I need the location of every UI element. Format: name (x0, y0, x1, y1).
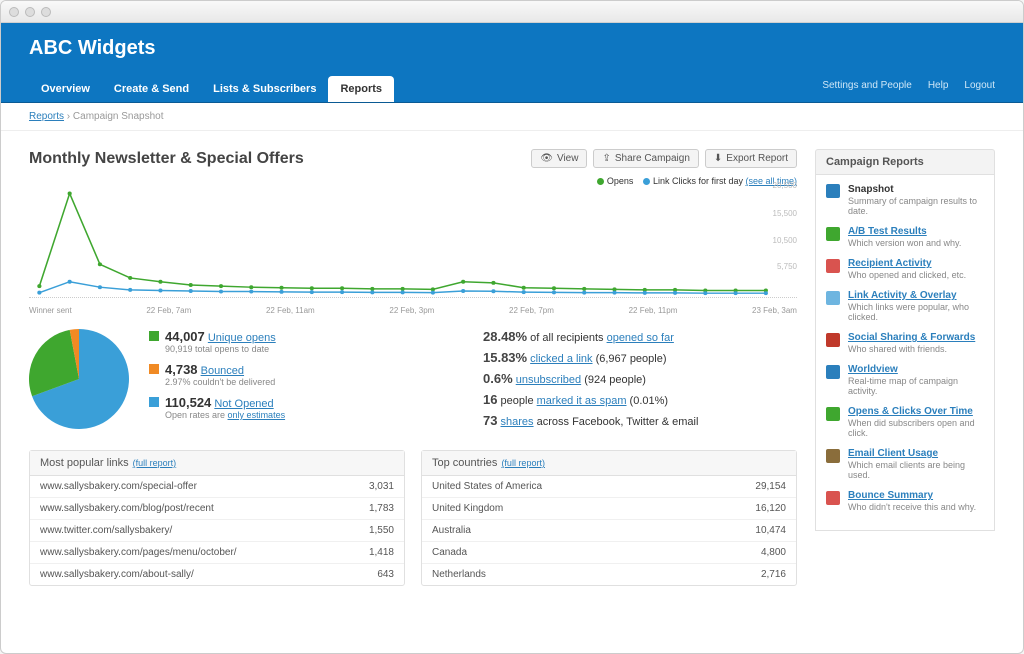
sidebar-item[interactable]: Recipient ActivityWho opened and clicked… (826, 258, 984, 280)
estimates-link[interactable]: only estimates (228, 410, 286, 420)
popular-links-table: Most popular links(full report) www.sall… (29, 450, 405, 586)
eye-icon: 👁 (540, 153, 553, 164)
square-icon (149, 397, 159, 407)
share-icon: ⇪ (602, 153, 610, 164)
square-icon (149, 331, 159, 341)
square-icon (149, 364, 159, 374)
top-countries-table: Top countries(full report) United States… (421, 450, 797, 586)
table-row[interactable]: www.sallysbakery.com/pages/menu/october/… (30, 542, 404, 564)
legend-dot-clicks (643, 178, 650, 185)
perf-link[interactable]: marked it as spam (537, 395, 627, 407)
not-opened-link[interactable]: Not Opened (214, 398, 273, 410)
sidebar: Campaign Reports SnapshotSummary of camp… (815, 149, 995, 635)
report-icon (826, 259, 840, 273)
stat-not-opened: 110,524 Not OpenedOpen rates are only es… (149, 395, 463, 420)
breadcrumb-root[interactable]: Reports (29, 111, 64, 122)
perf-link[interactable]: unsubscribed (516, 374, 581, 386)
nav-reports[interactable]: Reports (328, 76, 394, 102)
perf-link[interactable]: shares (501, 416, 534, 428)
legend-dot-opens (597, 178, 604, 185)
links-full-report[interactable]: (full report) (133, 458, 177, 468)
table-row[interactable]: www.sallysbakery.com/about-sally/643 (30, 564, 404, 585)
sidebar-item[interactable]: Email Client UsageWhich email clients ar… (826, 448, 984, 480)
view-button[interactable]: 👁View (531, 149, 587, 168)
opens-chart: 5,75010,50015,50020,500 (29, 188, 797, 298)
nav-create-send[interactable]: Create & Send (102, 76, 201, 102)
main-nav: OverviewCreate & SendLists & Subscribers… (1, 73, 1023, 103)
mac-titlebar (1, 1, 1023, 23)
share-button[interactable]: ⇪Share Campaign (593, 149, 698, 168)
sidebar-item[interactable]: Bounce SummaryWho didn't receive this an… (826, 490, 984, 512)
countries-full-report[interactable]: (full report) (501, 458, 545, 468)
report-icon (826, 227, 840, 241)
report-icon (826, 291, 840, 305)
sidebar-item[interactable]: Social Sharing & ForwardsWho shared with… (826, 332, 984, 354)
breadcrumb-current: Campaign Snapshot (73, 111, 164, 122)
report-icon (826, 333, 840, 347)
performance-stats: 28.48% of all recipients opened so far15… (483, 329, 797, 434)
report-icon (826, 365, 840, 379)
chart-xaxis: Winner sent22 Feb, 7am22 Feb, 11am22 Feb… (29, 306, 797, 315)
sidebar-item[interactable]: WorldviewReal-time map of campaign activ… (826, 364, 984, 396)
table-row[interactable]: www.sallysbakery.com/blog/post/recent1,7… (30, 498, 404, 520)
unique-opens-link[interactable]: Unique opens (208, 332, 276, 344)
nav-right-settings-and-people[interactable]: Settings and People (822, 80, 912, 91)
table-row[interactable]: Australia10,474 (422, 520, 796, 542)
export-icon: ⬇ (714, 153, 722, 164)
export-button[interactable]: ⬇Export Report (705, 149, 797, 168)
report-icon (826, 407, 840, 421)
report-icon (826, 184, 840, 198)
nav-right-help[interactable]: Help (928, 80, 949, 91)
app-window: ABC Widgets OverviewCreate & SendLists &… (0, 0, 1024, 654)
nav-lists-subscribers[interactable]: Lists & Subscribers (201, 76, 328, 102)
stat-bounced: 4,738 Bounced2.97% couldn't be delivered (149, 362, 463, 387)
sidebar-item[interactable]: A/B Test ResultsWhich version won and wh… (826, 226, 984, 248)
perf-link[interactable]: opened so far (607, 332, 674, 344)
sidebar-item[interactable]: Link Activity & OverlayWhich links were … (826, 290, 984, 322)
page-title: Monthly Newsletter & Special Offers (29, 150, 304, 168)
table-row[interactable]: www.sallysbakery.com/special-offer3,031 (30, 476, 404, 498)
zoom-dot[interactable] (41, 7, 51, 17)
stat-unique-opens: 44,007 Unique opens90,919 total opens to… (149, 329, 463, 354)
pie-chart (29, 329, 129, 429)
report-icon (826, 491, 840, 505)
brand-title: ABC Widgets (29, 37, 155, 60)
table-row[interactable]: United States of America29,154 (422, 476, 796, 498)
sidebar-item[interactable]: SnapshotSummary of campaign results to d… (826, 183, 984, 216)
sidebar-title: Campaign Reports (815, 149, 995, 175)
table-row[interactable]: United Kingdom16,120 (422, 498, 796, 520)
perf-link[interactable]: clicked a link (530, 353, 592, 365)
breadcrumb: Reports › Campaign Snapshot (1, 103, 1023, 131)
close-dot[interactable] (9, 7, 19, 17)
table-row[interactable]: www.twitter.com/sallysbakery/1,550 (30, 520, 404, 542)
nav-right-logout[interactable]: Logout (964, 80, 995, 91)
table-row[interactable]: Netherlands2,716 (422, 564, 796, 585)
sidebar-item[interactable]: Opens & Clicks Over TimeWhen did subscri… (826, 406, 984, 438)
bounced-link[interactable]: Bounced (201, 365, 244, 377)
chart-legend: Opens Link Clicks for first day (see all… (29, 176, 797, 186)
table-row[interactable]: Canada4,800 (422, 542, 796, 564)
report-icon (826, 449, 840, 463)
header: ABC Widgets (1, 23, 1023, 73)
nav-overview[interactable]: Overview (29, 76, 102, 102)
minimize-dot[interactable] (25, 7, 35, 17)
